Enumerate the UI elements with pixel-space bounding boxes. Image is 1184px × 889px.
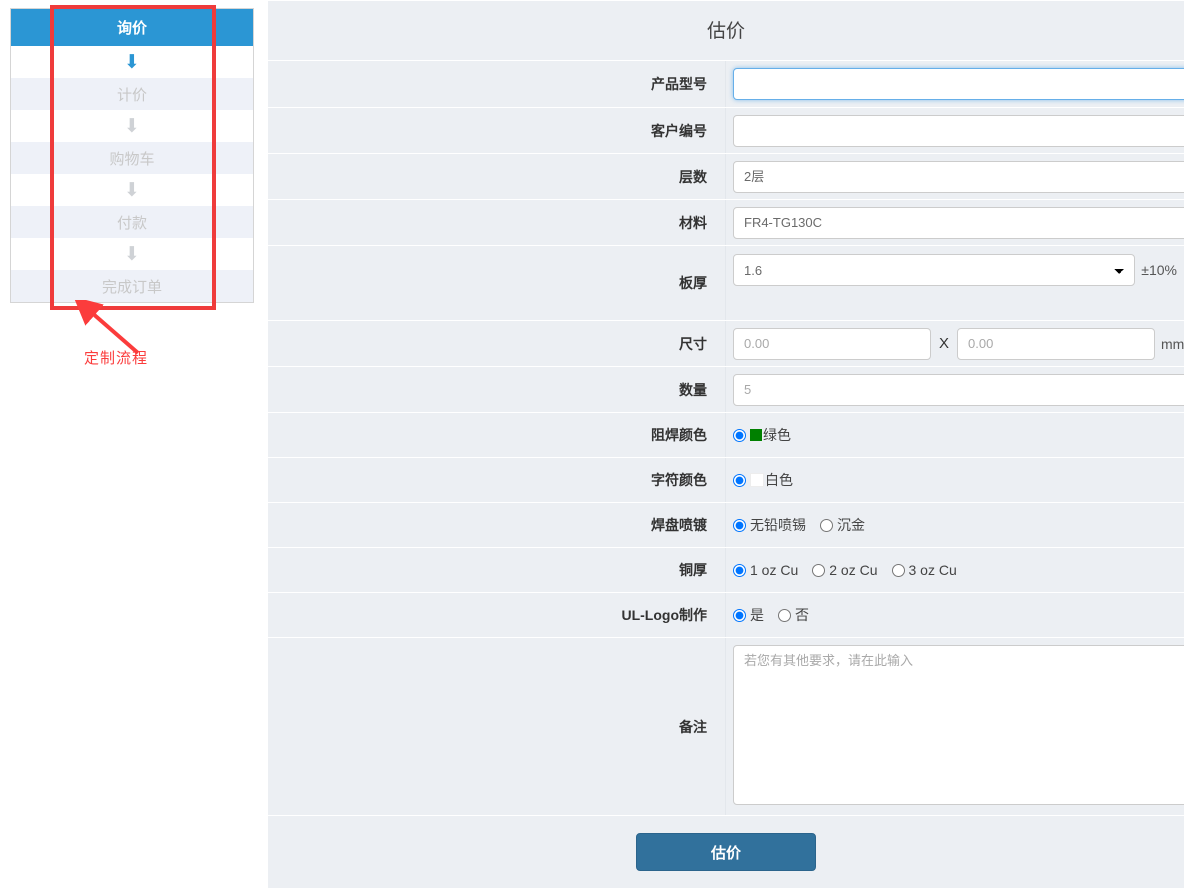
flow-step-label-payment: 付款 [11, 206, 254, 238]
row-layers: 层数 2层 [268, 154, 1184, 199]
order-flow-table: 询价 ⬇ 计价 ⬇ 购物车 ⬇ 付款 ⬇ 完成订 [10, 8, 254, 303]
arrow-down-icon-1: ⬇ [124, 51, 140, 73]
estimate-submit-button[interactable]: 估价 [636, 833, 816, 871]
ul-logo-label-yes: 是 [750, 605, 764, 625]
ul-logo-option-no[interactable]: 否 [778, 605, 809, 625]
pad-plating-option-enig[interactable]: 沉金 [820, 515, 865, 535]
flow-step-row-inquiry[interactable]: 询价 [11, 9, 254, 47]
color-swatch-white-icon [750, 473, 764, 487]
copper-thickness-radio-3oz[interactable] [892, 564, 905, 577]
label-quantity: 数量 [268, 367, 726, 412]
row-pad-plating: 焊盘喷镀 无铅喷锡 沉金 [268, 503, 1184, 547]
solder-mask-color-label-green: 绿色 [763, 425, 791, 445]
product-model-input[interactable] [733, 68, 1184, 100]
label-remark: 备注 [268, 638, 726, 815]
row-board-thickness: 板厚 1.6 ±10% mm [268, 246, 1184, 320]
quantity-input[interactable] [733, 374, 1184, 406]
copper-thickness-label-2oz: 2 oz Cu [829, 562, 877, 578]
row-customer-no: 客户编号 [268, 108, 1184, 153]
flow-arrow-row-3: ⬇ [11, 174, 254, 206]
row-ul-logo: UL-Logo制作 是 否 [268, 593, 1184, 637]
flow-step-label-cart: 购物车 [11, 142, 254, 174]
copper-thickness-radio-1oz[interactable] [733, 564, 746, 577]
pad-plating-label-hasl: 无铅喷锡 [750, 515, 806, 535]
page-title: 估价 [268, 1, 1184, 60]
size-height-input[interactable] [957, 328, 1155, 360]
row-material: 材料 FR4-TG130C [268, 200, 1184, 245]
solder-mask-color-option-green[interactable]: 绿色 [733, 425, 791, 445]
row-product-model: 产品型号 [268, 61, 1184, 107]
ul-logo-radio-yes[interactable] [733, 609, 746, 622]
ul-logo-radio-no[interactable] [778, 609, 791, 622]
flow-arrow-row-2: ⬇ [11, 110, 254, 142]
silkscreen-color-radio-white[interactable] [733, 474, 746, 487]
flow-step-label-complete: 完成订单 [11, 270, 254, 303]
pad-plating-label-enig: 沉金 [837, 515, 865, 535]
row-size: 尺寸 X mm [268, 321, 1184, 366]
customer-no-input[interactable] [733, 115, 1184, 147]
layers-select[interactable]: 2层 [733, 161, 1184, 193]
flow-step-row-payment[interactable]: 付款 [11, 206, 254, 238]
label-material: 材料 [268, 200, 726, 245]
label-ul-logo: UL-Logo制作 [268, 593, 726, 637]
label-silkscreen-color: 字符颜色 [268, 458, 726, 502]
label-customer-no: 客户编号 [268, 108, 726, 153]
board-thickness-tolerance: ±10% [1141, 262, 1177, 278]
quote-form-panel: 估价 产品型号 客户编号 层数 2层 [268, 0, 1184, 877]
row-silkscreen-color: 字符颜色 白色 [268, 458, 1184, 502]
arrow-down-icon-4: ⬇ [124, 243, 140, 265]
flow-step-row-cart[interactable]: 购物车 [11, 142, 254, 174]
material-select[interactable]: FR4-TG130C [733, 207, 1184, 239]
row-quantity: 数量 [268, 367, 1184, 412]
ul-logo-option-yes[interactable]: 是 [733, 605, 764, 625]
board-thickness-unit: mm [733, 296, 1184, 312]
annotation-arrow-icon [60, 300, 230, 380]
remark-textarea[interactable] [733, 645, 1184, 805]
solder-mask-color-radio-green[interactable] [733, 429, 746, 442]
flow-arrow-row-1: ⬇ [11, 46, 254, 78]
annotation-label: 定制流程 [84, 347, 148, 368]
arrow-down-icon-3: ⬇ [124, 179, 140, 201]
quote-form-table: 估价 产品型号 客户编号 层数 2层 [268, 0, 1184, 889]
size-unit: mm [1161, 336, 1184, 352]
label-product-model: 产品型号 [268, 61, 726, 107]
order-flow-sidebar: 询价 ⬇ 计价 ⬇ 购物车 ⬇ 付款 ⬇ 完成订 [10, 8, 254, 303]
label-solder-mask-color: 阻焊颜色 [268, 413, 726, 457]
flow-step-label-inquiry: 询价 [11, 9, 254, 47]
row-solder-mask-color: 阻焊颜色 绿色 [268, 413, 1184, 457]
copper-thickness-option-1oz[interactable]: 1 oz Cu [733, 562, 798, 578]
label-size: 尺寸 [268, 321, 726, 366]
flow-step-row-pricing[interactable]: 计价 [11, 78, 254, 110]
label-layers: 层数 [268, 154, 726, 199]
pad-plating-option-hasl[interactable]: 无铅喷锡 [733, 515, 806, 535]
board-thickness-select[interactable]: 1.6 [733, 254, 1135, 286]
page-root: 询价 ⬇ 计价 ⬇ 购物车 ⬇ 付款 ⬇ 完成订 [0, 0, 1184, 877]
pad-plating-radio-hasl[interactable] [733, 519, 746, 532]
label-copper-thickness: 铜厚 [268, 548, 726, 592]
row-remark: 备注 [268, 638, 1184, 815]
copper-thickness-radio-2oz[interactable] [812, 564, 825, 577]
row-submit: 估价 [268, 816, 1184, 888]
copper-thickness-label-3oz: 3 oz Cu [909, 562, 957, 578]
silkscreen-color-label-white: 白色 [765, 470, 793, 490]
arrow-down-icon-2: ⬇ [124, 115, 140, 137]
pad-plating-radio-enig[interactable] [820, 519, 833, 532]
ul-logo-label-no: 否 [795, 605, 809, 625]
label-pad-plating: 焊盘喷镀 [268, 503, 726, 547]
size-width-input[interactable] [733, 328, 931, 360]
flow-arrow-row-4: ⬇ [11, 238, 254, 270]
copper-thickness-label-1oz: 1 oz Cu [750, 562, 798, 578]
copper-thickness-option-2oz[interactable]: 2 oz Cu [812, 562, 877, 578]
silkscreen-color-option-white[interactable]: 白色 [733, 470, 793, 490]
row-copper-thickness: 铜厚 1 oz Cu 2 oz Cu 3 oz Cu [268, 548, 1184, 592]
flow-step-row-complete[interactable]: 完成订单 [11, 270, 254, 303]
flow-step-label-pricing: 计价 [11, 78, 254, 110]
color-swatch-green-icon [750, 429, 762, 441]
copper-thickness-option-3oz[interactable]: 3 oz Cu [892, 562, 957, 578]
label-board-thickness: 板厚 [268, 246, 726, 320]
form-title-row: 估价 [268, 1, 1184, 60]
size-separator: X [939, 335, 949, 352]
